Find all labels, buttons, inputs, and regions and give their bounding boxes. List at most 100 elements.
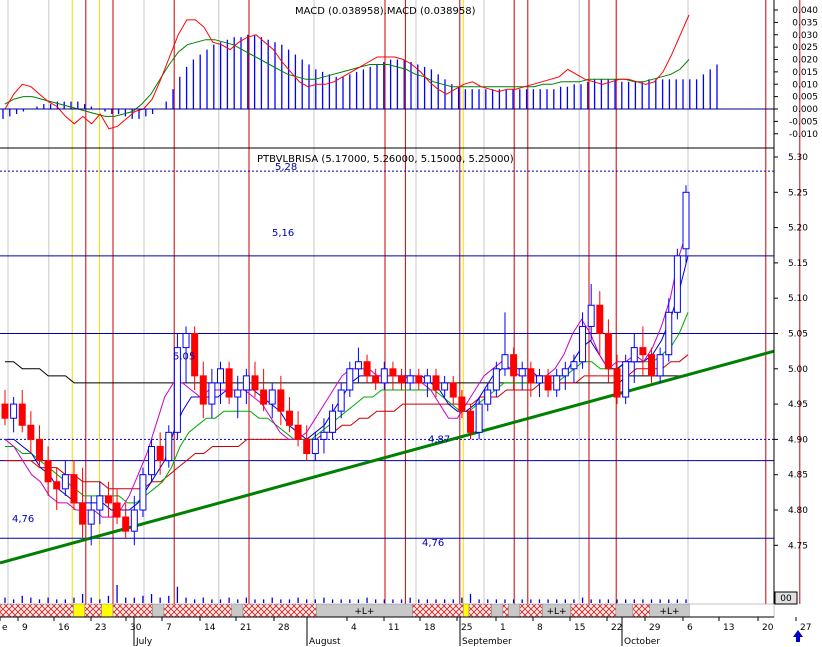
candle-body — [604, 333, 612, 370]
event-strip-segment — [152, 603, 165, 618]
candle-body — [27, 424, 35, 440]
price-axis-label: 4.90 — [788, 435, 808, 445]
day-label: 9 — [22, 623, 28, 633]
day-label: 22 — [611, 623, 622, 633]
day-label: 15 — [574, 623, 585, 633]
level-annotation: 4,87 — [428, 435, 450, 446]
event-strip-segment — [468, 603, 492, 618]
candle-body — [96, 495, 104, 511]
candle-body — [432, 375, 440, 391]
event-strip-label: +L+ — [659, 607, 679, 617]
day-label: 30 — [130, 623, 142, 633]
event-strip: +L+ +L+ +L+ — [0, 603, 775, 618]
macd-axis-label: 0.020 — [792, 56, 818, 66]
macd-axis-label: 0.030 — [792, 31, 818, 41]
candle-body — [682, 191, 690, 250]
candle-body — [423, 375, 431, 384]
candle-body — [70, 474, 78, 504]
macd-title: MACD (0.038958),MACD (0.038958) — [295, 6, 476, 17]
candle-body — [156, 445, 164, 462]
price-axis-label: 5.15 — [788, 259, 808, 269]
macd-axis-label: 0.015 — [792, 68, 818, 78]
candle-body — [665, 311, 673, 356]
candle-body — [596, 304, 604, 335]
day-label: 28 — [278, 623, 290, 633]
candle-body — [165, 431, 173, 462]
candle-body — [329, 410, 337, 433]
candle-body — [346, 368, 354, 391]
event-strip-segment — [73, 603, 85, 618]
candle-body — [458, 396, 466, 412]
candle-body — [10, 403, 18, 419]
candle-body — [139, 474, 147, 511]
day-label: 1 — [500, 623, 506, 633]
event-strip-segment — [463, 603, 470, 618]
candle-body — [372, 375, 380, 384]
zoom-button-label: 00 — [780, 594, 792, 604]
event-strip-segment — [112, 603, 153, 618]
candle-body — [87, 509, 95, 525]
candle-body — [648, 354, 656, 377]
candle-body — [217, 368, 225, 384]
candle-body — [475, 403, 483, 433]
price-title: PTBVLBRISA (5.17000, 5.26000, 5.15000, 5… — [257, 154, 514, 165]
day-label: 13 — [723, 623, 734, 633]
candle-body — [613, 368, 621, 398]
candle-body — [18, 403, 26, 426]
day-label: 23 — [95, 623, 106, 633]
macd-axis-label: -0.010 — [789, 130, 818, 140]
level-annotation: 5,16 — [272, 228, 294, 239]
candle-body — [441, 382, 449, 391]
candle-body — [242, 375, 250, 391]
candle-body — [122, 516, 130, 532]
candle-body — [337, 389, 345, 412]
day-label: 11 — [388, 623, 399, 633]
candle-body — [622, 361, 630, 398]
candle-body — [389, 368, 397, 377]
day-label: 20 — [762, 623, 774, 633]
candle-body — [208, 382, 216, 405]
price-axis-label: 5.00 — [788, 365, 808, 375]
candle-body — [268, 389, 276, 405]
macd-axis-label: 0.035 — [792, 18, 818, 28]
month-label: August — [309, 637, 341, 647]
candle-body — [656, 354, 664, 377]
event-strip-segment — [231, 603, 244, 618]
candle-body — [527, 368, 535, 384]
event-strip-segment — [689, 603, 775, 618]
price-axis-label: 5.25 — [788, 188, 808, 198]
day-label: 6 — [687, 623, 693, 633]
candle-body — [587, 304, 595, 327]
month-label: October — [624, 637, 660, 647]
stock-chart: MACD (0.038958),MACD (0.038958) 5,285,16… — [0, 0, 822, 647]
candle-body — [501, 354, 509, 370]
candle-body — [553, 375, 561, 391]
event-strip-segment — [242, 603, 317, 618]
day-label: 14 — [204, 623, 216, 633]
candle-body — [104, 495, 112, 504]
event-strip-segment — [502, 603, 509, 618]
candle-body — [510, 354, 518, 377]
zoom-button[interactable]: 00 — [774, 591, 798, 605]
macd-axis-label: 0.000 — [792, 105, 818, 115]
candle-body — [673, 255, 681, 313]
level-annotation: 4,76 — [12, 514, 34, 525]
month-label: July — [135, 637, 153, 647]
day-label: 7 — [166, 623, 172, 633]
price-axis-label: 4.80 — [788, 506, 808, 516]
candle-body — [570, 361, 578, 370]
candle-body — [1, 403, 9, 419]
candle-body — [303, 438, 311, 455]
macd-axis-label: -0.005 — [789, 117, 818, 127]
candle-body — [492, 368, 500, 391]
price-axis-label: 5.05 — [788, 330, 808, 340]
candle-body — [415, 375, 423, 384]
price-axis-label: 5.10 — [788, 294, 808, 304]
candle-body — [182, 333, 190, 349]
event-strip-segment — [615, 603, 634, 618]
candle-body — [61, 474, 69, 490]
candle-body — [148, 445, 156, 476]
candle-body — [561, 368, 569, 377]
macd-axis-label: 0.025 — [792, 43, 818, 53]
candle-body — [79, 502, 87, 525]
